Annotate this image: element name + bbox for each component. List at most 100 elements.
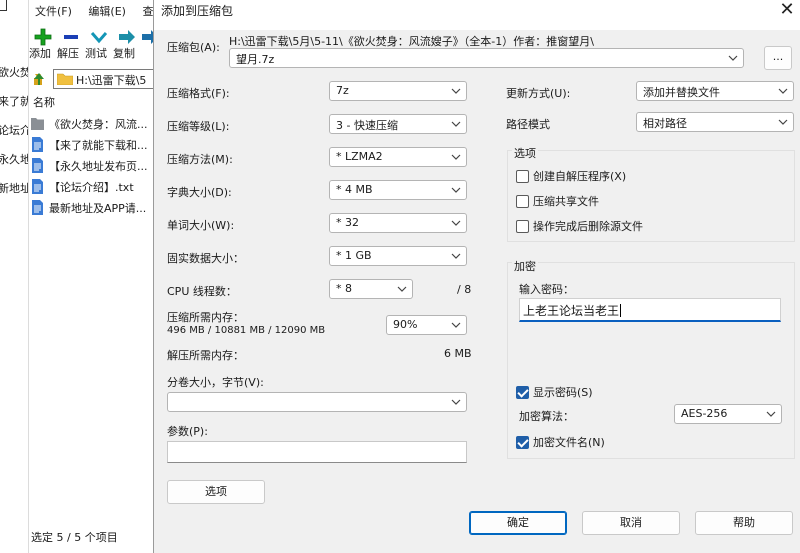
sfx-checkbox[interactable]: 创建自解压程序(X): [516, 168, 626, 184]
close-icon: ✕: [779, 0, 795, 20]
memory-usage-select[interactable]: 90%: [386, 315, 467, 335]
minus-icon: [57, 27, 85, 47]
dialog-title: 添加到压缩包: [161, 4, 234, 18]
archive-path: H:\迅雷下载\5月\5-11\《欲火焚身：风流嫂子》（全本-1）作者：推窗望月…: [229, 35, 594, 48]
encryption-method-label: 加密算法：: [519, 410, 574, 423]
close-button[interactable]: ✕: [777, 0, 797, 22]
add-button[interactable]: 添加: [29, 27, 57, 60]
help-button[interactable]: 帮助: [695, 511, 793, 535]
address-bar: H:\迅雷下载\5: [29, 69, 163, 89]
chevron-down-icon: [728, 55, 738, 61]
text-caret: [620, 304, 622, 317]
text-file-icon: [32, 137, 43, 152]
chevron-down-icon: [451, 154, 461, 160]
solid-size-label: 固实数据大小：: [167, 252, 244, 265]
file-list: 《欲火焚身：风流... 【来了就能下载和... 【永久地址发布页... 【论坛介…: [31, 113, 159, 218]
dictionary-label: 字典大小(D):: [167, 186, 232, 199]
background-text-fragment: 来了就: [0, 95, 31, 108]
menu-edit[interactable]: 编辑(E): [88, 5, 126, 18]
copy-arrow-icon: [113, 27, 141, 47]
up-folder-icon[interactable]: [31, 71, 47, 87]
plus-icon: [29, 27, 57, 47]
background-text-fragment: 欲火焚: [0, 66, 31, 79]
threads-label: CPU 线程数：: [167, 285, 237, 298]
browse-button[interactable]: ...: [764, 46, 792, 70]
method-label: 压缩方法(M):: [167, 153, 233, 166]
folder-icon: [31, 118, 44, 130]
volume-size-select[interactable]: [167, 392, 467, 412]
chevron-down-icon: [397, 286, 407, 292]
chevron-down-icon: [451, 253, 461, 259]
chevron-down-icon: [778, 119, 788, 125]
memory-label: 压缩所需内存：: [167, 311, 244, 324]
menu-file[interactable]: 文件(F): [35, 5, 72, 18]
options-button[interactable]: 选项: [167, 480, 265, 504]
ok-button[interactable]: 确定: [469, 511, 567, 535]
path-mode-label: 路径模式: [506, 118, 550, 131]
list-item[interactable]: 【论坛介绍】.txt: [31, 176, 159, 197]
update-mode-select[interactable]: 添加并替换文件: [636, 81, 794, 101]
list-item[interactable]: 【来了就能下载和...: [31, 134, 159, 155]
cancel-button[interactable]: 取消: [582, 511, 680, 535]
checkbox-box: [516, 169, 529, 183]
chevron-down-icon: [778, 88, 788, 94]
parameters-input[interactable]: [167, 441, 467, 463]
background-text-fragment: 论坛介: [0, 124, 31, 137]
add-to-archive-dialog: 添加到压缩包 ✕ 压缩包(A): H:\迅雷下载\5月\5-11\《欲火焚身：风…: [153, 0, 800, 553]
update-mode-label: 更新方式(U):: [506, 87, 571, 100]
decompress-memory-value: 6 MB: [444, 347, 472, 360]
background-text-fragment: 永久地: [0, 153, 31, 166]
method-select[interactable]: * LZMA2: [329, 147, 467, 167]
show-password-checkbox[interactable]: 显示密码(S): [516, 384, 593, 400]
list-item[interactable]: 《欲火焚身：风流...: [31, 113, 159, 134]
window-corner: [0, 0, 7, 11]
dictionary-select[interactable]: * 4 MB: [329, 180, 467, 200]
password-input[interactable]: 上老王论坛当老王: [519, 298, 781, 322]
chevron-down-icon: [451, 121, 461, 127]
threads-select[interactable]: * 8: [329, 279, 413, 299]
chevron-down-icon: [451, 187, 461, 193]
format-label: 压缩格式(F):: [167, 87, 230, 100]
level-label: 压缩等级(L):: [167, 120, 230, 133]
copy-button[interactable]: 复制: [113, 27, 141, 60]
chevron-down-icon: [766, 411, 776, 417]
archive-name-combo[interactable]: 望月.7z: [229, 48, 744, 68]
path-mode-select[interactable]: 相对路径: [636, 112, 794, 132]
volume-size-label: 分卷大小，字节(V):: [167, 376, 264, 389]
word-size-select[interactable]: * 32: [329, 213, 467, 233]
list-item[interactable]: 【永久地址发布页...: [31, 155, 159, 176]
address-input[interactable]: H:\迅雷下载\5: [53, 69, 163, 89]
column-header-name[interactable]: 名称: [33, 94, 55, 110]
dialog-titlebar[interactable]: 添加到压缩包 ✕: [154, 0, 800, 30]
parameters-label: 参数(P):: [167, 425, 208, 438]
decompress-memory-label: 解压所需内存：: [167, 349, 244, 362]
password-label: 输入密码：: [519, 283, 574, 296]
folder-icon: [57, 73, 73, 85]
chevron-down-icon: [451, 220, 461, 226]
text-file-icon: [32, 200, 43, 215]
background-text-fragment: 新地址: [0, 182, 31, 195]
test-button[interactable]: 测试: [85, 27, 113, 60]
options-group-title: 选项: [512, 145, 538, 161]
text-file-icon: [32, 158, 43, 173]
shared-files-checkbox[interactable]: 压缩共享文件: [516, 193, 599, 209]
format-select[interactable]: 7z: [329, 81, 467, 101]
archive-label: 压缩包(A):: [167, 41, 220, 54]
level-select[interactable]: 3 - 快速压缩: [329, 114, 467, 134]
checkbox-box: [516, 219, 529, 233]
word-size-label: 单词大小(W):: [167, 219, 235, 232]
encryption-method-select[interactable]: AES-256: [674, 404, 782, 424]
extract-button[interactable]: 解压: [57, 27, 85, 60]
list-item[interactable]: 最新地址及APP请...: [31, 197, 159, 218]
encryption-group-title: 加密: [512, 258, 538, 274]
background-window-edge: 欲火焚 来了就 论坛介 永久地 新地址: [0, 0, 31, 553]
memory-detail: 496 MB / 10881 MB / 12090 MB: [167, 325, 326, 336]
delete-after-checkbox[interactable]: 操作完成后删除源文件: [516, 218, 643, 234]
checkbox-checked: [516, 385, 529, 399]
solid-size-select[interactable]: * 1 GB: [329, 246, 467, 266]
encrypt-names-checkbox[interactable]: 加密文件名(N): [516, 434, 605, 450]
check-arrow-icon: [85, 27, 113, 47]
checkbox-box: [516, 194, 529, 208]
threads-total: / 8: [457, 283, 472, 296]
file-manager-window: 文件(F) 编辑(E) 查看 添加 解压 测试 复制: [28, 0, 164, 553]
